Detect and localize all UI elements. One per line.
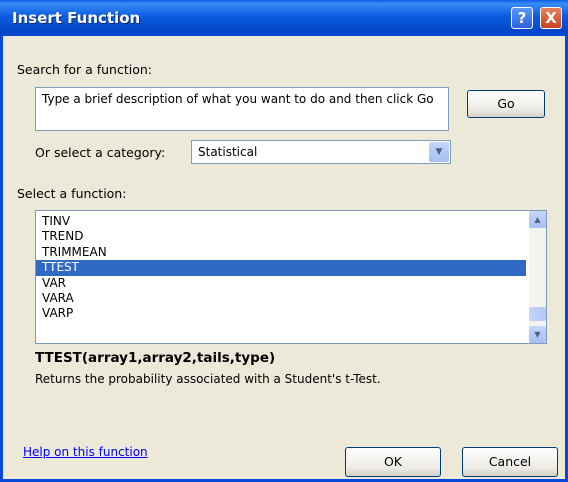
category-select[interactable]: Statistical ▼ bbox=[191, 140, 451, 164]
scroll-down-icon[interactable]: ▼ bbox=[529, 326, 546, 343]
title-bar[interactable]: Insert Function ? X bbox=[0, 0, 568, 36]
insert-function-dialog: Insert Function ? X Search for a functio… bbox=[0, 0, 568, 482]
go-button[interactable]: Go bbox=[467, 90, 545, 118]
close-button[interactable]: X bbox=[540, 7, 562, 29]
list-item[interactable]: VARP bbox=[36, 306, 526, 321]
help-button[interactable]: ? bbox=[511, 7, 533, 29]
function-list-items: TINV TREND TRIMMEAN TTEST VAR VARA VARP bbox=[36, 214, 526, 322]
ok-button[interactable]: OK bbox=[345, 447, 441, 477]
chevron-down-icon[interactable]: ▼ bbox=[429, 142, 449, 162]
scroll-thumb[interactable] bbox=[529, 307, 546, 321]
cancel-button[interactable]: Cancel bbox=[462, 447, 558, 477]
list-item[interactable]: VAR bbox=[36, 276, 526, 291]
function-list-scrollbar[interactable]: ▲ ▼ bbox=[529, 211, 546, 343]
list-item[interactable]: TINV bbox=[36, 214, 526, 229]
function-signature: TTEST(array1,array2,tails,type) bbox=[35, 350, 276, 366]
function-description: Returns the probability associated with … bbox=[35, 372, 381, 386]
category-label: Or select a category: bbox=[35, 145, 166, 160]
scroll-up-icon[interactable]: ▲ bbox=[529, 211, 546, 228]
function-list-label: Select a function: bbox=[17, 186, 127, 201]
list-item[interactable]: TRIMMEAN bbox=[36, 245, 526, 260]
help-on-function-link[interactable]: Help on this function bbox=[23, 445, 148, 459]
list-item[interactable]: VARA bbox=[36, 291, 526, 306]
dialog-title: Insert Function bbox=[12, 9, 141, 27]
search-input[interactable]: Type a brief description of what you wan… bbox=[35, 87, 449, 131]
search-label: Search for a function: bbox=[17, 62, 152, 77]
list-item[interactable]: TREND bbox=[36, 229, 526, 244]
category-selected-value: Statistical bbox=[198, 145, 258, 159]
function-list[interactable]: TINV TREND TRIMMEAN TTEST VAR VARA VARP ▲ ▼ bbox=[35, 210, 547, 344]
list-item[interactable]: TTEST bbox=[36, 260, 526, 276]
